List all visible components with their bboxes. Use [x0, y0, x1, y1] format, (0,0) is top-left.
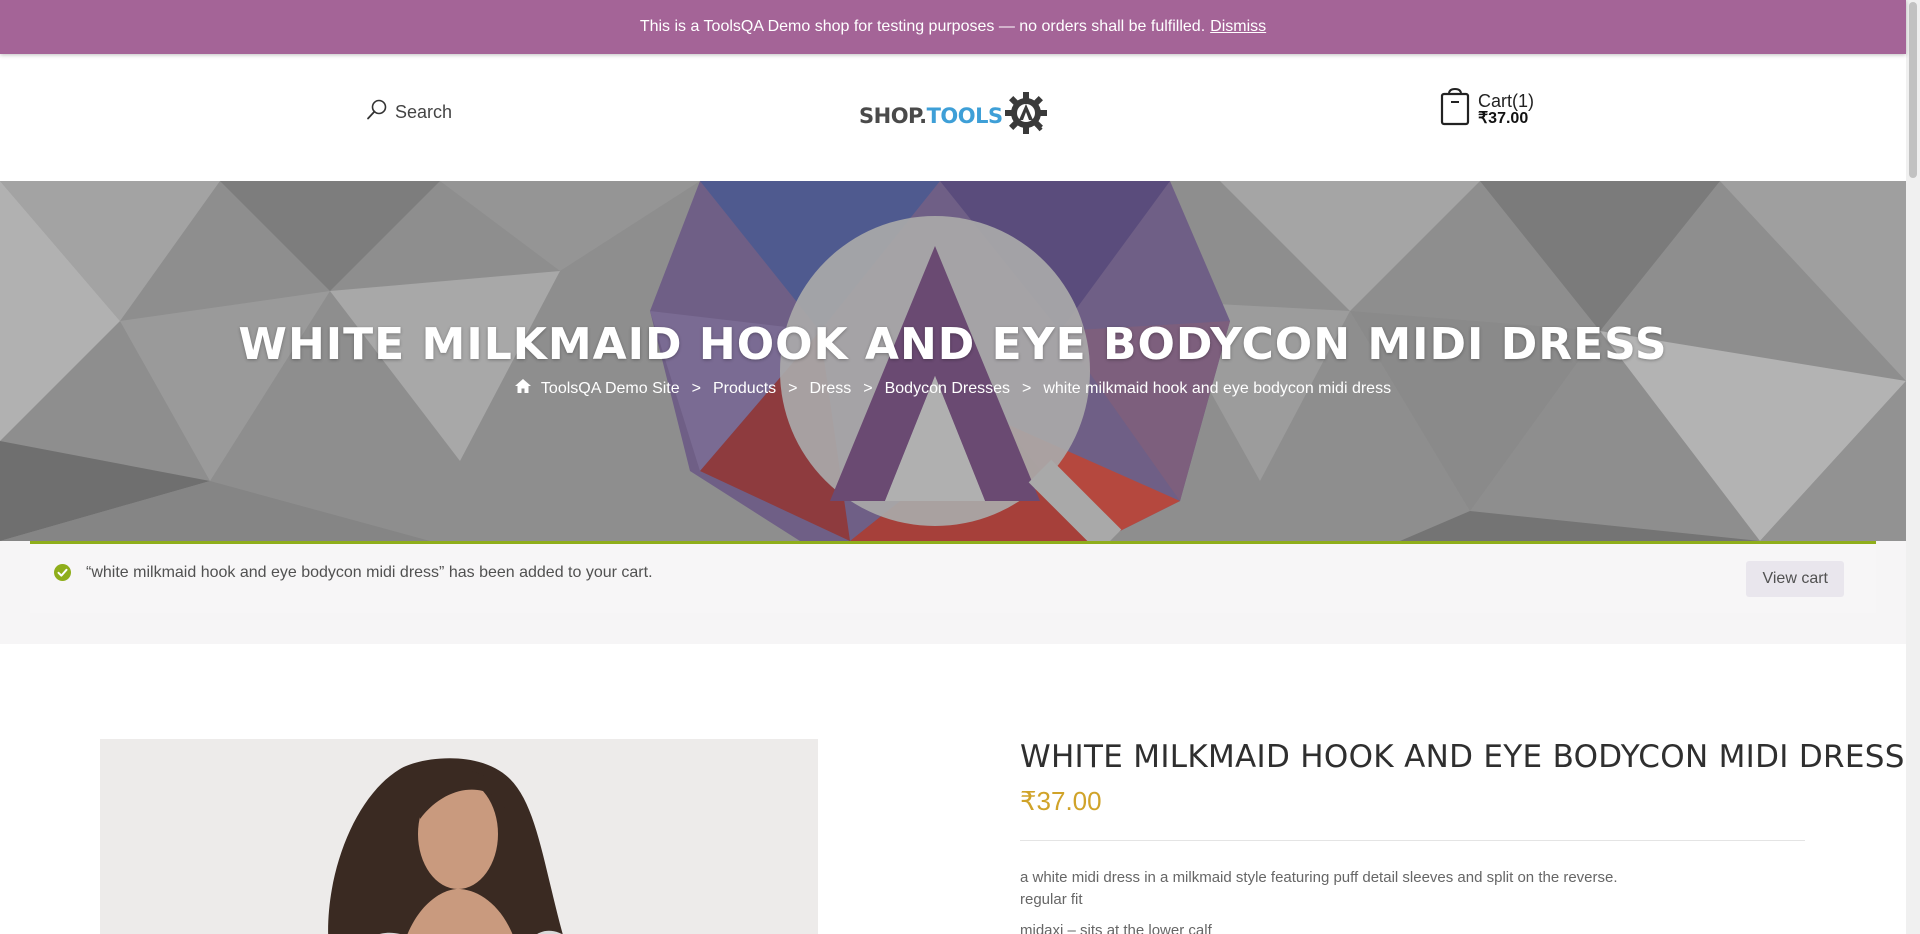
demo-store-notice: This is a ToolsQA Demo shop for testing …: [0, 0, 1906, 54]
description-line: regular fit: [1020, 891, 1083, 908]
notice-text: This is a ToolsQA Demo shop for testing …: [639, 18, 1206, 35]
description-line: a white midi dress in a milkmaid style f…: [1020, 869, 1618, 886]
product-image[interactable]: [100, 739, 818, 934]
divider: [1020, 840, 1805, 841]
page-title: WHITE MILKMAID HOOK AND EYE BODYCON MIDI…: [238, 319, 1668, 370]
logo-wordmark: SHOP.TOOLS: [859, 103, 1003, 128]
description-line: midaxi – sits at the lower calf: [1020, 922, 1212, 934]
view-cart-button[interactable]: View cart: [1746, 561, 1844, 597]
cart-summary: Cart(1) ₹37.00: [1478, 92, 1534, 128]
breadcrumb-bodycon-dresses[interactable]: Bodycon Dresses: [885, 380, 1010, 398]
product-title: WHITE MILKMAID HOOK AND EYE BODYCON MIDI…: [1020, 739, 1905, 775]
home-icon[interactable]: [514, 379, 531, 398]
breadcrumb: ToolsQA Demo Site > Products > Dress > B…: [0, 379, 1906, 398]
cart-button[interactable]: Cart(1) ₹37.00: [1440, 87, 1534, 131]
scrollbar-thumb[interactable]: [1909, 2, 1917, 178]
site-header: Search SHOP.TOOLS Cart(1) ₹37.00: [0, 54, 1906, 181]
search-toggle[interactable]: Search: [366, 99, 452, 126]
message-text: “white milkmaid hook and eye bodycon mid…: [86, 564, 653, 581]
shopping-bag-icon: [1440, 87, 1470, 131]
site-logo[interactable]: SHOP.TOOLS: [859, 90, 1049, 141]
cart-count: Cart(1): [1478, 90, 1535, 111]
product-price: ₹37.00: [1020, 786, 1102, 816]
product-short-description: a white midi dress in a milkmaid style f…: [1020, 867, 1618, 934]
breadcrumb-separator: >: [788, 379, 798, 397]
breadcrumb-separator: >: [1022, 379, 1032, 397]
cart-total: ₹37.00: [1478, 109, 1529, 127]
breadcrumb-products[interactable]: Products: [713, 380, 776, 398]
breadcrumb-home[interactable]: ToolsQA Demo Site: [541, 380, 680, 398]
breadcrumb-separator: >: [863, 379, 873, 397]
gear-icon: [1003, 90, 1049, 141]
search-icon: [366, 99, 388, 126]
breadcrumb-current: white milkmaid hook and eye bodycon midi…: [1043, 379, 1392, 397]
search-label: Search: [395, 102, 453, 122]
notices-wrapper: “white milkmaid hook and eye bodycon mid…: [0, 541, 1906, 644]
page-hero: WHITE MILKMAID HOOK AND EYE BODYCON MIDI…: [0, 181, 1906, 541]
page-scrollbar[interactable]: [1906, 0, 1920, 934]
dismiss-link[interactable]: Dismiss: [1210, 18, 1266, 36]
breadcrumb-separator: >: [691, 379, 701, 397]
check-circle-icon: [54, 564, 71, 586]
product-photo: [100, 739, 818, 934]
cart-success-message: “white milkmaid hook and eye bodycon mid…: [30, 541, 1876, 613]
breadcrumb-dress[interactable]: Dress: [809, 380, 851, 398]
